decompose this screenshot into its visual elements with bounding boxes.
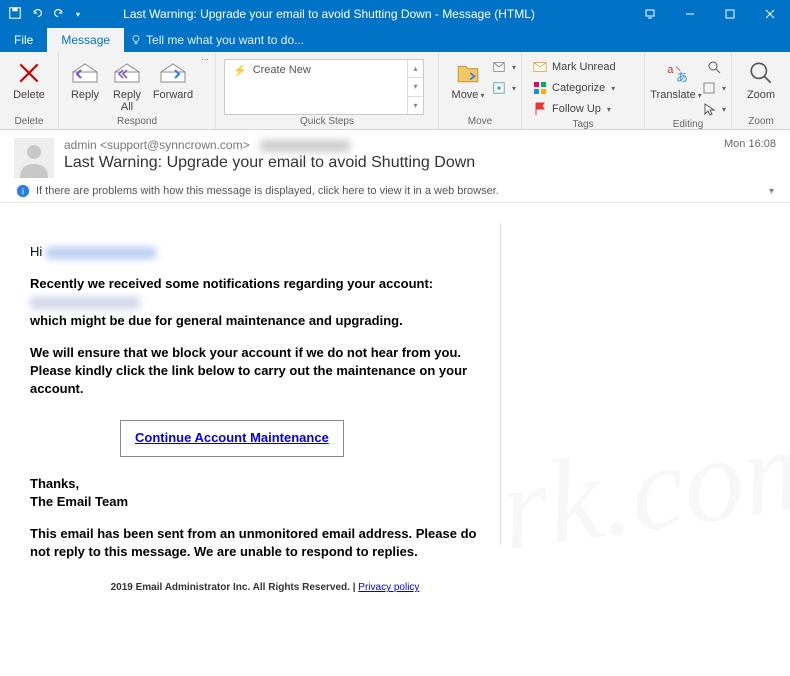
- redacted-account: [30, 297, 140, 309]
- tell-me-label: Tell me what you want to do...: [146, 33, 304, 47]
- unmonitored-notice: This email has been sent from an unmonit…: [30, 526, 476, 559]
- tab-message[interactable]: Message: [47, 28, 124, 52]
- zoom-button[interactable]: Zoom: [738, 55, 784, 101]
- move-icon: [455, 57, 481, 89]
- redacted-name: [46, 247, 156, 259]
- mark-unread-button[interactable]: Mark Unread: [528, 57, 638, 77]
- translate-icon: aあ: [663, 57, 689, 89]
- quick-access-toolbar: ▾: [0, 6, 88, 23]
- chevron-down-icon[interactable]: ▾: [769, 186, 774, 197]
- scroll-up-icon[interactable]: ▴: [408, 60, 423, 78]
- zoom-icon: [748, 57, 774, 89]
- thanks-line: Thanks,: [30, 476, 79, 491]
- reply-all-button[interactable]: Reply All: [107, 55, 147, 113]
- received-date: Mon 16:08: [724, 138, 776, 150]
- svg-text:a: a: [667, 64, 674, 76]
- group-tags: Mark Unread Categorize▾ Follow Up▾ Tags: [522, 52, 645, 129]
- scroll-down-icon[interactable]: ▾: [408, 78, 423, 96]
- message-body: rk.com Hi Recently we received some noti…: [0, 203, 790, 605]
- find-button[interactable]: [703, 57, 725, 77]
- translate-button[interactable]: aあ Translate▾: [651, 55, 701, 102]
- window-title: Last Warning: Upgrade your email to avoi…: [88, 7, 630, 21]
- cursor-icon: [702, 101, 716, 117]
- group-zoom: Zoom Zoom: [732, 52, 790, 129]
- lightning-icon: ⚡: [233, 64, 247, 77]
- privacy-link[interactable]: Privacy policy: [358, 582, 419, 593]
- forward-icon: [159, 57, 187, 89]
- group-respond: Reply Reply All Forward ⋯ Respond: [59, 52, 216, 129]
- undo-icon[interactable]: [30, 6, 44, 23]
- flag-icon: [532, 101, 548, 117]
- forward-button[interactable]: Forward: [149, 55, 197, 101]
- avatar: [14, 138, 54, 178]
- follow-up-button[interactable]: Follow Up▾: [528, 99, 638, 119]
- message-header: admin <support@synncrown.com> Last Warni…: [0, 130, 790, 203]
- rules-button[interactable]: ▾: [493, 57, 515, 77]
- footer: 2019 Email Administrator Inc. All Rights…: [30, 581, 500, 595]
- expand-gallery-icon[interactable]: ▾: [408, 97, 423, 114]
- footer-text: 2019 Email Administrator Inc. All Rights…: [111, 582, 359, 593]
- ribbon-tabs: File Message Tell me what you want to do…: [0, 28, 790, 52]
- move-button[interactable]: Move▾: [445, 55, 491, 102]
- team-line: The Email Team: [30, 494, 128, 509]
- ribbon-options-icon[interactable]: [630, 0, 670, 28]
- svg-text:i: i: [22, 187, 24, 198]
- group-move: Move▾ ▾ ▾ Move: [439, 52, 522, 129]
- body-line-2: We will ensure that we block your accoun…: [30, 345, 467, 396]
- respond-more-icon[interactable]: ⋯: [201, 55, 209, 64]
- continue-maintenance-link[interactable]: Continue Account Maintenance: [135, 430, 329, 445]
- minimize-button[interactable]: [670, 0, 710, 28]
- redo-icon[interactable]: [52, 6, 66, 23]
- close-button[interactable]: [750, 0, 790, 28]
- ribbon: Delete Delete Reply Reply All Forward ⋯ …: [0, 52, 790, 130]
- envelope-icon: [532, 59, 548, 75]
- rules-icon: [492, 59, 506, 75]
- group-editing: aあ Translate▾ ▾ ▾ Editing: [645, 52, 732, 129]
- reply-button[interactable]: Reply: [65, 55, 105, 101]
- subject: Last Warning: Upgrade your email to avoi…: [64, 154, 714, 172]
- save-icon[interactable]: [8, 6, 22, 23]
- greeting: Hi: [30, 244, 42, 259]
- from-address: admin <support@synncrown.com>: [64, 138, 250, 152]
- delete-icon: [16, 57, 42, 89]
- info-bar[interactable]: i If there are problems with how this me…: [14, 178, 776, 198]
- reply-all-icon: [113, 57, 141, 89]
- related-button[interactable]: ▾: [703, 78, 725, 98]
- categorize-icon: [532, 80, 548, 96]
- svg-text:あ: あ: [676, 71, 688, 85]
- find-icon: [706, 59, 722, 75]
- related-icon: [702, 80, 716, 96]
- quicksteps-gallery[interactable]: ⚡ Create New ▴ ▾ ▾: [224, 59, 424, 115]
- tell-me-search[interactable]: Tell me what you want to do...: [124, 28, 304, 52]
- group-quicksteps: ⚡ Create New ▴ ▾ ▾ Quick Steps: [216, 52, 439, 129]
- lightbulb-icon: [130, 34, 142, 46]
- delete-button[interactable]: Delete: [6, 55, 52, 101]
- watermark: rk.com: [490, 381, 790, 593]
- group-delete: Delete Delete: [0, 52, 59, 129]
- body-line-1b: which might be due for general maintenan…: [30, 313, 403, 328]
- info-icon: i: [16, 184, 30, 198]
- actions-button[interactable]: ▾: [493, 78, 515, 98]
- actions-icon: [492, 80, 506, 96]
- categorize-button[interactable]: Categorize▾: [528, 78, 638, 98]
- qat-dropdown-icon[interactable]: ▾: [76, 10, 80, 19]
- body-divider: [500, 223, 501, 545]
- body-line-1a: Recently we received some notifications …: [30, 276, 433, 291]
- cta-box: Continue Account Maintenance: [120, 420, 344, 456]
- maximize-button[interactable]: [710, 0, 750, 28]
- tab-file[interactable]: File: [0, 28, 47, 52]
- reply-icon: [71, 57, 99, 89]
- redacted-recipient: [260, 140, 350, 152]
- title-bar: ▾ Last Warning: Upgrade your email to av…: [0, 0, 790, 28]
- select-button[interactable]: ▾: [703, 99, 725, 119]
